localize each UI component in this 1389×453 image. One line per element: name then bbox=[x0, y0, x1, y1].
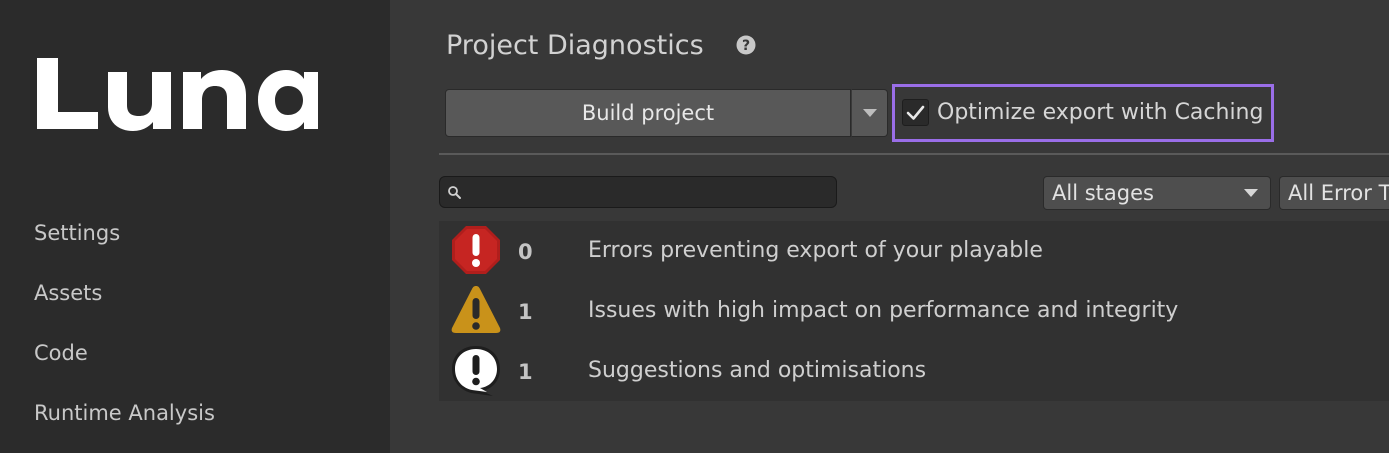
sidebar-item-assets[interactable]: Assets bbox=[34, 279, 102, 307]
build-project-button[interactable]: Build project bbox=[445, 89, 851, 137]
list-item[interactable]: Errors preventing export of your playabl… bbox=[588, 236, 1043, 266]
sidebar-item-runtime-analysis[interactable]: Runtime Analysis bbox=[34, 399, 215, 427]
error-type-filter-value: All Error Types bbox=[1288, 181, 1389, 205]
error-octagon-icon bbox=[452, 226, 500, 274]
error-count: 0 bbox=[518, 240, 533, 264]
suggestion-count: 1 bbox=[518, 360, 533, 384]
divider bbox=[439, 153, 1389, 155]
warning-count: 1 bbox=[518, 300, 533, 324]
search-input[interactable] bbox=[439, 176, 837, 208]
sidebar-item-code[interactable]: Code bbox=[34, 339, 88, 367]
sidebar-item-settings[interactable]: Settings bbox=[34, 219, 120, 247]
caching-checkbox[interactable] bbox=[902, 99, 929, 126]
stage-filter-select[interactable]: All stages bbox=[1043, 176, 1271, 210]
sidebar: Settings Assets Code Runtime Analysis bbox=[0, 0, 390, 453]
page-title: Project Diagnostics bbox=[446, 30, 704, 61]
list-item[interactable]: Issues with high impact on performance a… bbox=[588, 296, 1178, 326]
warning-triangle-icon bbox=[451, 286, 501, 333]
stage-filter-value: All stages bbox=[1052, 181, 1154, 205]
checkmark-icon bbox=[906, 105, 925, 120]
search-icon bbox=[448, 186, 461, 199]
chevron-down-icon bbox=[1244, 189, 1258, 197]
error-type-filter-select[interactable]: All Error Types bbox=[1279, 176, 1389, 210]
chevron-down-icon bbox=[862, 109, 877, 117]
luna-logo bbox=[37, 58, 318, 131]
caching-label[interactable]: Optimize export with Caching bbox=[937, 98, 1263, 128]
luna-window: Settings Assets Code Runtime Analysis Pr… bbox=[0, 0, 1389, 453]
list-item[interactable]: Suggestions and optimisations bbox=[588, 356, 926, 386]
build-options-dropdown[interactable] bbox=[851, 89, 888, 137]
info-speech-bubble-icon bbox=[452, 346, 500, 396]
diagnostics-list-footer bbox=[439, 401, 1389, 453]
svg-text:?: ? bbox=[742, 38, 750, 54]
help-icon[interactable]: ? bbox=[736, 35, 756, 55]
